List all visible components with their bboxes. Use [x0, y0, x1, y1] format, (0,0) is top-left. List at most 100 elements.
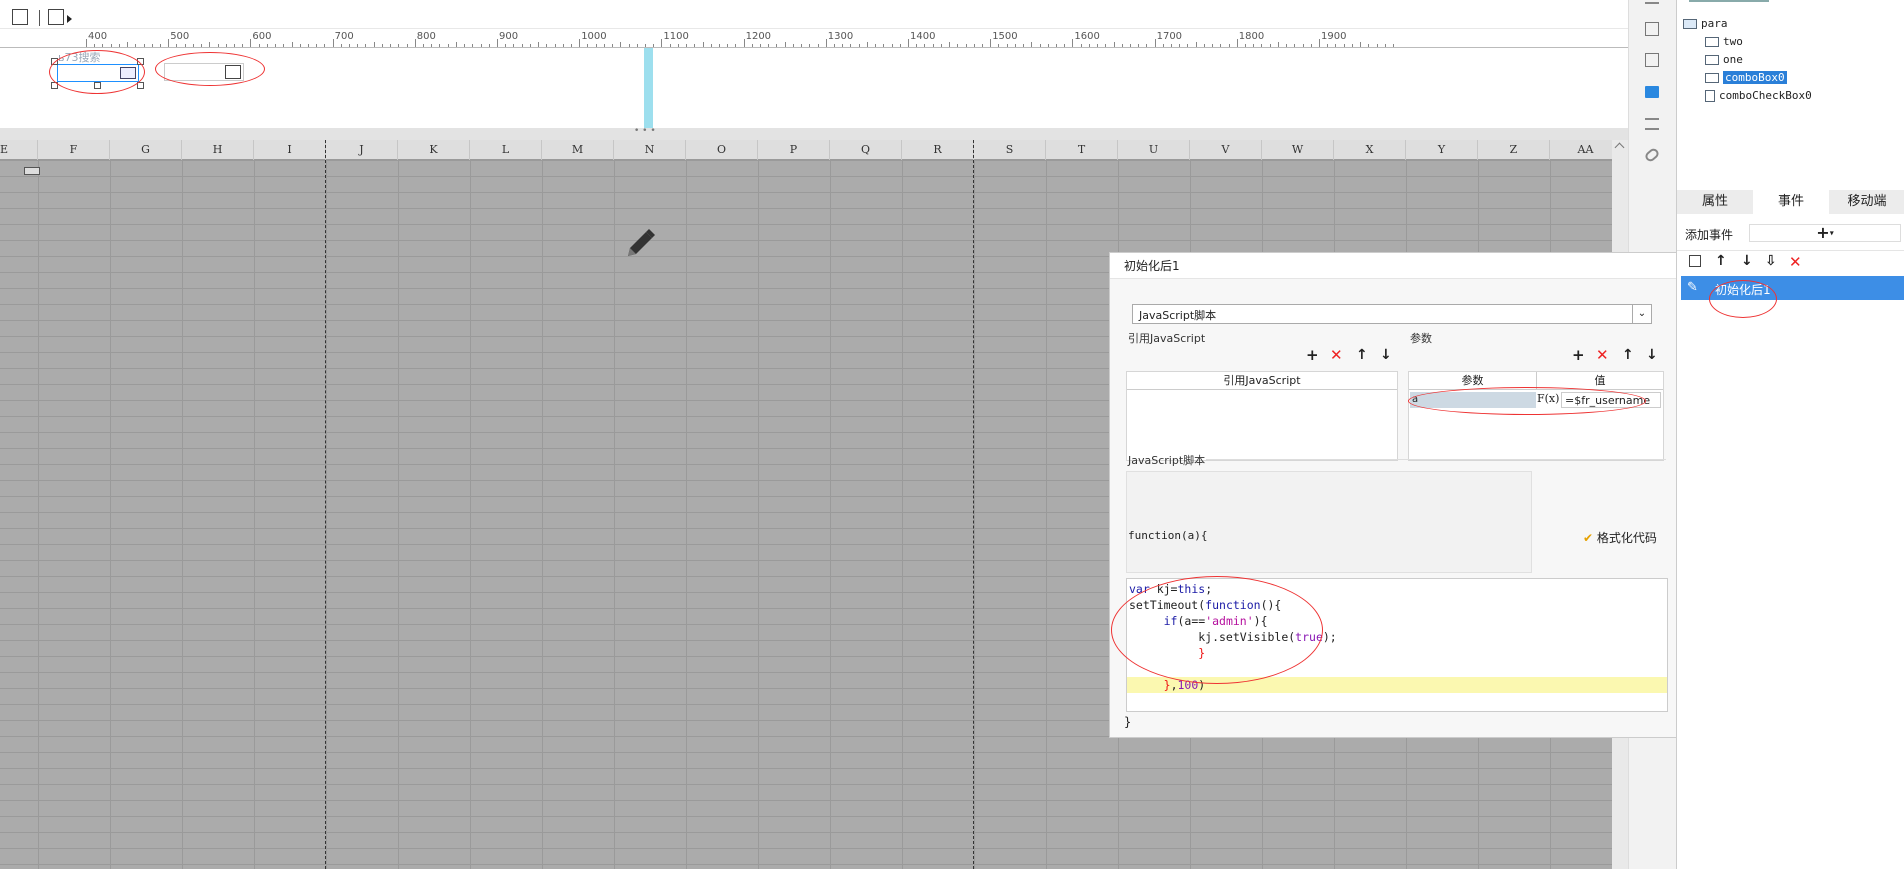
selection-handle[interactable] — [51, 58, 58, 65]
move-up-ref-js-button[interactable]: ↑ — [1356, 347, 1368, 363]
column-header[interactable]: R — [902, 140, 974, 160]
add-param-button[interactable]: + — [1572, 347, 1585, 363]
layout-icon[interactable] — [1645, 2, 1659, 4]
panel-toolbar-icons — [1689, 0, 1769, 5]
frame-icon[interactable] — [1645, 53, 1659, 67]
column-header[interactable]: V — [1190, 140, 1262, 160]
column-header[interactable]: S — [974, 140, 1046, 160]
ruler-minor-tick — [1253, 44, 1255, 47]
list-icon[interactable] — [1645, 118, 1659, 130]
scroll-up-icon[interactable] — [1614, 142, 1625, 153]
add-event-dropdown[interactable]: +▾ — [1749, 224, 1901, 242]
ruler-minor-tick — [275, 44, 277, 47]
closing-brace: } — [1124, 715, 1132, 729]
chevron-down-icon[interactable]: ⌄ — [1632, 305, 1651, 323]
params-table[interactable]: 参数 值 a F(x) =$fr_username — [1408, 371, 1664, 461]
play-triangle-icon[interactable] — [67, 15, 72, 23]
column-header[interactable]: W — [1262, 140, 1334, 160]
ruler-tick — [1319, 39, 1320, 47]
column-header[interactable]: Z — [1478, 140, 1550, 160]
delete-ref-js-button[interactable]: ✕ — [1330, 347, 1343, 363]
tab-properties[interactable]: 属性 — [1677, 190, 1753, 214]
ruler-minor-tick — [1384, 44, 1386, 47]
pane-splitter[interactable] — [0, 128, 1628, 140]
format-code-button[interactable]: ✔ 格式化代码 — [1583, 529, 1657, 546]
splitter-grip[interactable]: • • • — [634, 126, 656, 136]
combocheckbox-widget[interactable] — [164, 63, 244, 81]
selection-handle[interactable] — [51, 82, 58, 89]
column-header[interactable]: X — [1334, 140, 1406, 160]
combobox-tool-icon[interactable] — [1645, 86, 1659, 98]
delete-event-icon[interactable]: ✕ — [1789, 253, 1802, 271]
ruler-minor-tick — [1269, 44, 1271, 47]
tab-events[interactable]: 事件 — [1753, 190, 1829, 214]
column-header[interactable]: M — [542, 140, 614, 160]
selection-handle[interactable] — [94, 82, 101, 89]
tab-mobile[interactable]: 移动端 — [1829, 190, 1904, 214]
column-header[interactable]: E — [0, 140, 38, 160]
add-ref-js-button[interactable]: + — [1306, 347, 1319, 363]
ruler-minor-tick — [102, 44, 104, 47]
ruler-tick-label: 800 — [416, 31, 436, 42]
copy-icon[interactable] — [1689, 255, 1701, 267]
ref-js-table[interactable]: 引用JavaScript — [1126, 371, 1398, 461]
move-down-icon[interactable]: ↓ — [1741, 253, 1753, 269]
column-header[interactable]: I — [254, 140, 326, 160]
combocheckbox-icon[interactable] — [225, 65, 241, 79]
ruler-minor-tick — [981, 44, 983, 47]
move-down-ref-js-button[interactable]: ↓ — [1380, 347, 1392, 363]
column-header[interactable]: H — [182, 140, 254, 160]
column-header[interactable]: T — [1046, 140, 1118, 160]
code-editor[interactable]: var kj=this; setTimeout(function(){ if(a… — [1126, 578, 1668, 712]
column-header[interactable]: J — [326, 140, 398, 160]
column-header[interactable]: F — [38, 140, 110, 160]
column-header[interactable]: Q — [830, 140, 902, 160]
column-header[interactable]: L — [470, 140, 542, 160]
move-up-icon[interactable]: ↑ — [1715, 253, 1727, 269]
ruler-minor-tick — [1245, 44, 1247, 47]
ruler-tick — [86, 39, 87, 47]
ruler-minor-tick — [513, 44, 515, 47]
tree-item-combocheckbox0[interactable]: comboCheckBox0 — [1705, 88, 1812, 104]
param-value-cell[interactable]: =$fr_username — [1561, 392, 1661, 408]
combobox-widget[interactable] — [57, 64, 139, 82]
widget-settings-icon[interactable] — [1645, 22, 1659, 36]
tree-item-one[interactable]: one — [1705, 52, 1743, 68]
ruler-minor-tick — [940, 44, 942, 47]
move-bottom-icon[interactable]: ⇩ — [1765, 253, 1777, 269]
selection-handle[interactable] — [137, 58, 144, 65]
form-icon[interactable] — [48, 9, 64, 25]
ruler-minor-tick — [751, 44, 753, 47]
param-name-cell[interactable]: a — [1410, 392, 1536, 408]
link-icon[interactable] — [1643, 146, 1661, 164]
ruler-minor-tick — [1343, 44, 1345, 47]
move-down-param-button[interactable]: ↓ — [1646, 347, 1658, 363]
script-type-select[interactable]: JavaScript脚本 ⌄ — [1132, 304, 1652, 324]
ruler-minor-tick — [694, 44, 696, 47]
ruler-tick — [332, 39, 334, 47]
widget-tree-icon[interactable] — [12, 9, 28, 25]
tree-root-para[interactable]: para — [1683, 16, 1728, 32]
column-header[interactable]: N — [614, 140, 686, 160]
ruler-tick-label: 1800 — [1238, 31, 1265, 42]
delete-param-button[interactable]: ✕ — [1596, 347, 1609, 363]
move-up-param-button[interactable]: ↑ — [1622, 347, 1634, 363]
ruler-tick — [1072, 39, 1074, 47]
column-header[interactable]: O — [686, 140, 758, 160]
event-list-item[interactable]: ✎ 初始化后1 — [1681, 276, 1904, 300]
ruler-minor-tick — [464, 44, 466, 47]
ruler-minor-tick — [1171, 44, 1173, 47]
column-header[interactable]: P — [758, 140, 830, 160]
ruler-minor-tick — [603, 44, 605, 47]
column-header[interactable]: K — [398, 140, 470, 160]
tree-item-two[interactable]: two — [1705, 34, 1743, 50]
ruler-minor-tick — [628, 44, 630, 47]
combobox-dropdown-icon[interactable] — [120, 67, 136, 79]
ruler-minor-tick — [1097, 44, 1099, 47]
column-header[interactable]: G — [110, 140, 182, 160]
tree-item-combobox0[interactable]: comboBox0 — [1705, 70, 1787, 86]
selection-handle[interactable] — [137, 82, 144, 89]
column-header[interactable]: Y — [1406, 140, 1478, 160]
column-header[interactable]: U — [1118, 140, 1190, 160]
formula-icon[interactable]: F(x) — [1537, 390, 1559, 408]
